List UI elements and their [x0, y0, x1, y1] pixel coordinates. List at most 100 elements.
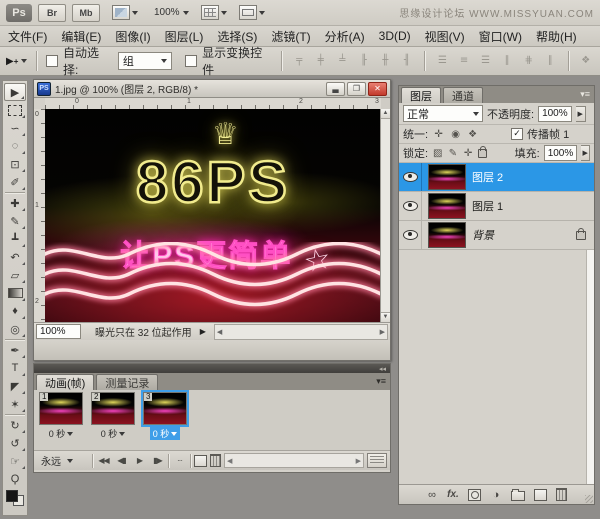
loop-count-dropdown[interactable]: 永远 — [37, 453, 89, 469]
screen-mode-dropdown[interactable] — [239, 5, 265, 20]
animation-frame-2[interactable]: 2 0 秒 — [90, 392, 136, 450]
gradient-tool[interactable] — [4, 284, 26, 302]
align-right-edges-icon[interactable]: ╢ — [399, 53, 416, 69]
bridge-button[interactable]: Br — [38, 4, 66, 22]
document-title-bar[interactable]: PS 1.jpg @ 100% (图层 2, RGB/8) * ▃ ❐ ✕ — [34, 80, 390, 98]
auto-align-layers-icon[interactable]: ❖ — [577, 53, 594, 69]
panel-menu-icon[interactable]: ▾≡ — [376, 376, 386, 387]
adjustment-layer-icon[interactable]: ◑ — [490, 489, 502, 501]
frame-delay-dropdown[interactable]: 0 秒 — [46, 427, 77, 440]
menu-select[interactable]: 选择(S) — [217, 28, 257, 45]
menu-layer[interactable]: 图层(L) — [165, 28, 204, 45]
blur-tool[interactable]: ♦ — [4, 302, 26, 320]
distribute-left-edges-icon[interactable]: ∥ — [499, 53, 516, 69]
tween-frames-button[interactable]: ··· — [172, 454, 187, 468]
tab-layers[interactable]: 图层 — [401, 87, 441, 103]
eraser-tool[interactable]: ▱ — [4, 266, 26, 284]
distribute-bottom-edges-icon[interactable]: ☰ — [477, 53, 494, 69]
layer-style-icon[interactable]: fx. — [447, 489, 459, 500]
foreground-color-swatch[interactable] — [6, 490, 18, 502]
align-top-edges-icon[interactable]: ╤ — [291, 53, 308, 69]
canvas[interactable]: ♕ 86PS 让PS更简单 ☆ — [45, 109, 381, 322]
distribute-horizontal-centers-icon[interactable]: ⋕ — [520, 53, 537, 69]
menu-filter[interactable]: 滤镜(T) — [271, 28, 310, 45]
frame-delay-dropdown[interactable]: 0 秒 — [98, 427, 129, 440]
fill-slider-arrow[interactable]: ▶ — [581, 145, 590, 161]
new-group-icon[interactable] — [511, 491, 525, 501]
clone-stamp-tool[interactable]: ┻ — [4, 230, 26, 248]
custom-shape-tool[interactable]: ✶ — [4, 395, 26, 413]
minimize-button[interactable]: ▃ — [326, 82, 345, 96]
visibility-toggle[interactable] — [399, 163, 422, 191]
3d-rotate-tool[interactable]: ↻ — [4, 416, 26, 434]
brush-tool[interactable]: ✎ — [4, 212, 26, 230]
menu-edit[interactable]: 编辑(E) — [61, 28, 101, 45]
unify-position-icon[interactable]: ✛ — [432, 129, 445, 140]
spot-healing-brush-tool[interactable]: ✚ — [4, 194, 26, 212]
unify-style-icon[interactable]: ❖ — [466, 129, 479, 140]
distribute-right-edges-icon[interactable]: ∥ — [542, 53, 559, 69]
align-horizontal-centers-icon[interactable]: ╫ — [377, 53, 394, 69]
menu-window[interactable]: 窗口(W) — [479, 28, 522, 45]
status-menu-arrow-icon[interactable]: ▶ — [200, 327, 206, 336]
blend-mode-dropdown[interactable]: 正常 — [403, 105, 483, 122]
lock-position-icon[interactable]: ✛ — [463, 148, 474, 159]
scroll-right-arrow[interactable]: ▶ — [356, 457, 361, 465]
menu-image[interactable]: 图像(I) — [115, 28, 150, 45]
color-swatches[interactable] — [6, 490, 24, 506]
animation-frame-3-selected[interactable]: 3 0 秒 — [142, 392, 188, 450]
first-frame-button[interactable]: ◀◀ — [96, 454, 111, 468]
history-brush-tool[interactable]: ↶ — [4, 248, 26, 266]
delete-layer-icon[interactable] — [556, 488, 567, 501]
tab-measurement-log[interactable]: 测量记录 — [96, 374, 158, 390]
propagate-frame-checkbox[interactable] — [511, 128, 523, 140]
crop-tool[interactable]: ⊡ — [4, 155, 26, 173]
hand-tool[interactable]: ☞ — [4, 452, 26, 470]
layer-thumbnail[interactable] — [428, 193, 466, 219]
pen-tool[interactable]: ✒ — [4, 341, 26, 359]
collapse-panel-icon[interactable]: ◂◂ — [379, 365, 386, 373]
layer-row-background[interactable]: 背景 — [399, 221, 594, 250]
frames-scrollbar[interactable]: ◀ ▶ — [224, 453, 364, 468]
mini-bridge-button[interactable]: Mb — [72, 4, 100, 22]
tab-channels[interactable]: 通道 — [443, 87, 483, 103]
link-layers-icon[interactable]: ∞ — [426, 489, 438, 501]
frame-delay-dropdown[interactable]: 0 秒 — [150, 427, 181, 440]
menu-view[interactable]: 视图(V) — [425, 28, 465, 45]
visibility-toggle[interactable] — [399, 192, 422, 220]
opacity-value[interactable]: 100% — [538, 106, 572, 122]
animation-frame-1[interactable]: 1 0 秒 — [38, 392, 84, 450]
restore-button[interactable]: ❐ — [347, 82, 366, 96]
current-tool-preset[interactable]: ▶+ — [6, 56, 27, 67]
menu-analysis[interactable]: 分析(A) — [325, 28, 365, 45]
align-bottom-edges-icon[interactable]: ╧ — [334, 53, 351, 69]
scroll-down-arrow[interactable]: ▼ — [381, 312, 390, 322]
dodge-tool[interactable]: ◎ — [4, 320, 26, 338]
layer-name[interactable]: 背景 — [472, 227, 494, 243]
menu-help[interactable]: 帮助(H) — [536, 28, 577, 45]
3d-orbit-tool[interactable]: ↺ — [4, 434, 26, 452]
tab-animation-frames[interactable]: 动画(帧) — [36, 374, 94, 390]
layer-row-1[interactable]: 图层 1 — [399, 192, 594, 221]
lock-transparency-icon[interactable]: ▨ — [432, 148, 443, 159]
horizontal-scrollbar[interactable]: ◀ ▶ — [214, 324, 388, 340]
duplicate-frame-button[interactable] — [194, 455, 207, 467]
align-left-edges-icon[interactable]: ╟ — [356, 53, 373, 69]
scroll-right-arrow[interactable]: ▶ — [380, 328, 385, 336]
resize-grip[interactable] — [585, 495, 593, 503]
opacity-slider-arrow[interactable]: ▶ — [576, 106, 586, 122]
lock-image-icon[interactable]: ✎ — [447, 148, 458, 159]
auto-select-target-dropdown[interactable]: 组 — [118, 52, 173, 70]
distribute-top-edges-icon[interactable]: ☰ — [434, 53, 451, 69]
lock-all-icon[interactable] — [478, 149, 487, 158]
close-button[interactable]: ✕ — [368, 82, 387, 96]
scroll-left-arrow[interactable]: ◀ — [227, 457, 232, 465]
status-zoom-field[interactable]: 100% — [36, 324, 81, 339]
previous-frame-button[interactable]: ◀▮ — [114, 454, 129, 468]
path-selection-tool[interactable]: ◤ — [4, 377, 26, 395]
fill-value[interactable]: 100% — [544, 145, 578, 161]
layers-scrollbar[interactable] — [586, 250, 594, 484]
marquee-tool[interactable] — [4, 101, 26, 119]
visibility-toggle[interactable] — [399, 221, 422, 249]
play-button[interactable]: ▶ — [132, 454, 147, 468]
